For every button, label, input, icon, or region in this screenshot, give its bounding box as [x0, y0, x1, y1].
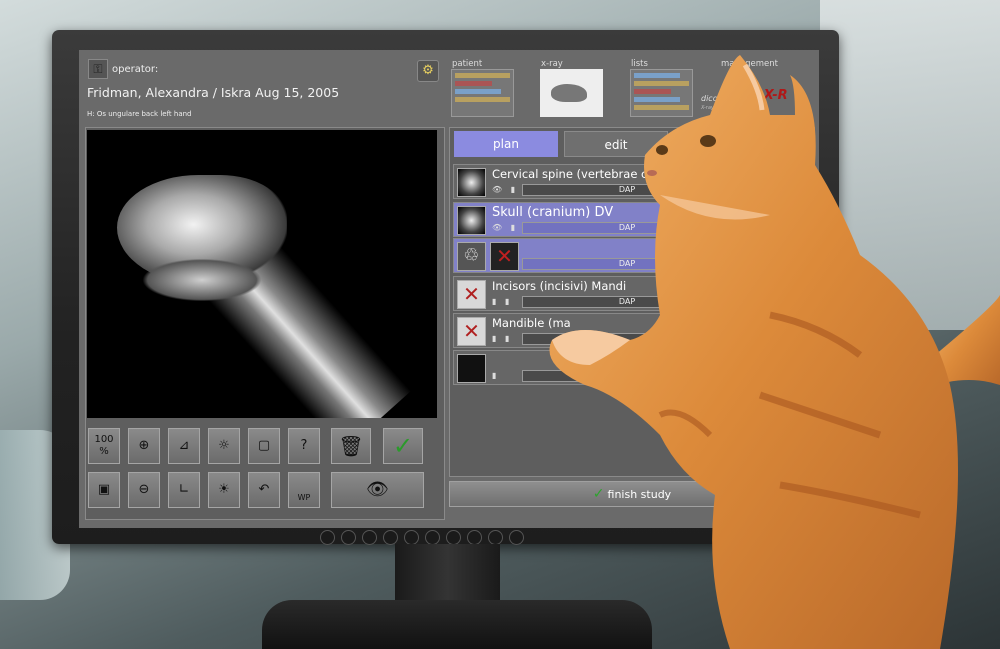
tab-lists-thumbnail[interactable] [630, 69, 693, 117]
brand-name: dicomPACS [701, 94, 747, 103]
zoom-100-button[interactable]: 100 % [88, 428, 120, 464]
tab-xray-thumbnail[interactable] [540, 69, 603, 117]
exam-status-icons: ▮ [492, 371, 500, 380]
check-icon: ✓ [592, 486, 605, 502]
monitor-button[interactable] [488, 530, 503, 545]
monitor-button[interactable] [425, 530, 440, 545]
not-acquired-icon: ✕ [457, 280, 486, 309]
screen: ⚿ operator: Fridman, Alexandra / Iskra A… [79, 50, 819, 528]
exam-row-selected-sub[interactable]: ♲ ✕ DAP [453, 238, 805, 273]
exam-row[interactable]: Cervical spine (vertebrae ce 👁 ▮ ▮ DAP [453, 164, 805, 199]
monitor-controls [320, 530, 524, 545]
exam-row[interactable]: ✕ Incisors (incisivi) Mandi ▮ ▮ DAP [453, 276, 805, 311]
brand-tagline: X-ray Acquisition Software [701, 105, 767, 111]
monitor-button[interactable] [509, 530, 524, 545]
tab-patient[interactable]: patient [452, 59, 482, 69]
exam-row[interactable]: ▮ [453, 350, 805, 385]
exam-thumbnail [457, 168, 486, 197]
image-panel: 100 % ⊕ ⊿ ☼ ▢ ? 🗑 ✓ ▣ ⊖ ∟ ☀ ↶ WP 👁 [85, 127, 445, 520]
brightness-down-icon[interactable]: ☀ [208, 472, 240, 508]
empty-thumbnail [457, 354, 486, 383]
brightness-up-icon[interactable]: ☼ [208, 428, 240, 464]
exam-hint: H: Os ungulare back left hand [87, 110, 192, 118]
monitor-button[interactable] [341, 530, 356, 545]
dap-bar: DAP [522, 296, 732, 308]
exam-name: Cervical spine (vertebrae ce [492, 167, 655, 181]
tab-lists[interactable]: lists [631, 59, 648, 69]
trash-icon[interactable]: 🗑 [331, 428, 371, 464]
brand-product: DX-R [753, 88, 788, 103]
zoom-in-icon[interactable]: ⊕ [128, 428, 160, 464]
monitor-base [262, 600, 652, 649]
monitor-button[interactable] [467, 530, 482, 545]
key-icon[interactable]: ⚿ [88, 59, 108, 79]
accept-icon[interactable]: ✓ [383, 428, 423, 464]
monitor-button[interactable] [446, 530, 461, 545]
settings-icon[interactable]: ⚙ [417, 60, 439, 82]
monitor-button[interactable] [362, 530, 377, 545]
radiation-icon: ▮ ▮ [492, 334, 513, 343]
radiation-icon: ▮ ▮ [492, 297, 513, 306]
page-number: 4 [800, 140, 806, 150]
annotate-icon[interactable]: ▢ [248, 428, 280, 464]
tab-management[interactable]: management [721, 59, 778, 69]
no-image-icon: ✕ [490, 242, 519, 271]
rotate-minus-90-icon[interactable]: ∟ [168, 472, 200, 508]
not-acquired-icon: ✕ [457, 317, 486, 346]
monitor-stand [395, 544, 500, 604]
wp-button[interactable]: WP [288, 472, 320, 508]
tab-edit[interactable]: edit [564, 131, 668, 157]
fit-screen-icon[interactable]: ▣ [88, 472, 120, 508]
recycle-icon[interactable]: ♲ [457, 242, 486, 271]
dap-bar [522, 370, 732, 382]
view-icon[interactable]: 👁 [331, 472, 424, 508]
xray-jaw [132, 255, 272, 305]
exam-row[interactable]: ✕ Mandible (ma ▮ ▮ [453, 313, 805, 348]
rotate-90-icon[interactable]: ⊿ [168, 428, 200, 464]
plan-panel: plan edit 4 Cervical spine (vertebrae ce… [449, 127, 815, 477]
horse-icon [551, 84, 587, 102]
background-lamp [820, 0, 1000, 330]
patient-info: Fridman, Alexandra / Iskra Aug 15, 2005 [87, 85, 340, 100]
dap-bar: DAP [522, 184, 732, 196]
exam-name: Mandible (ma [492, 316, 571, 330]
operator-label: operator: [112, 64, 159, 75]
monitor-button[interactable] [383, 530, 398, 545]
dap-bar: DAP [522, 258, 732, 270]
thumbs-question-icon[interactable]: ? [288, 428, 320, 464]
monitor-button[interactable] [404, 530, 419, 545]
dap-bar: DAP [522, 222, 732, 234]
finish-study-button[interactable]: ✓ finish study [449, 481, 815, 507]
zoom-out-icon[interactable]: ⊖ [128, 472, 160, 508]
exam-thumbnail [457, 206, 486, 235]
monitor: ⚿ operator: Fridman, Alexandra / Iskra A… [52, 30, 839, 545]
monitor-button[interactable] [320, 530, 335, 545]
tab-plan[interactable]: plan [454, 131, 558, 157]
exam-row-selected[interactable]: Skull (cranium) DV 👁 ▮ 1 DAP [453, 202, 805, 237]
xray-image[interactable] [87, 130, 437, 418]
undo-icon[interactable]: ↶ [248, 472, 280, 508]
finish-study-label: finish study [607, 488, 672, 501]
tab-patient-thumbnail[interactable] [451, 69, 514, 117]
exam-name: Incisors (incisivi) Mandi [492, 279, 627, 293]
exam-name: Skull (cranium) DV [492, 205, 614, 220]
dap-bar [522, 333, 732, 345]
tab-xray[interactable]: x-ray [541, 59, 563, 69]
